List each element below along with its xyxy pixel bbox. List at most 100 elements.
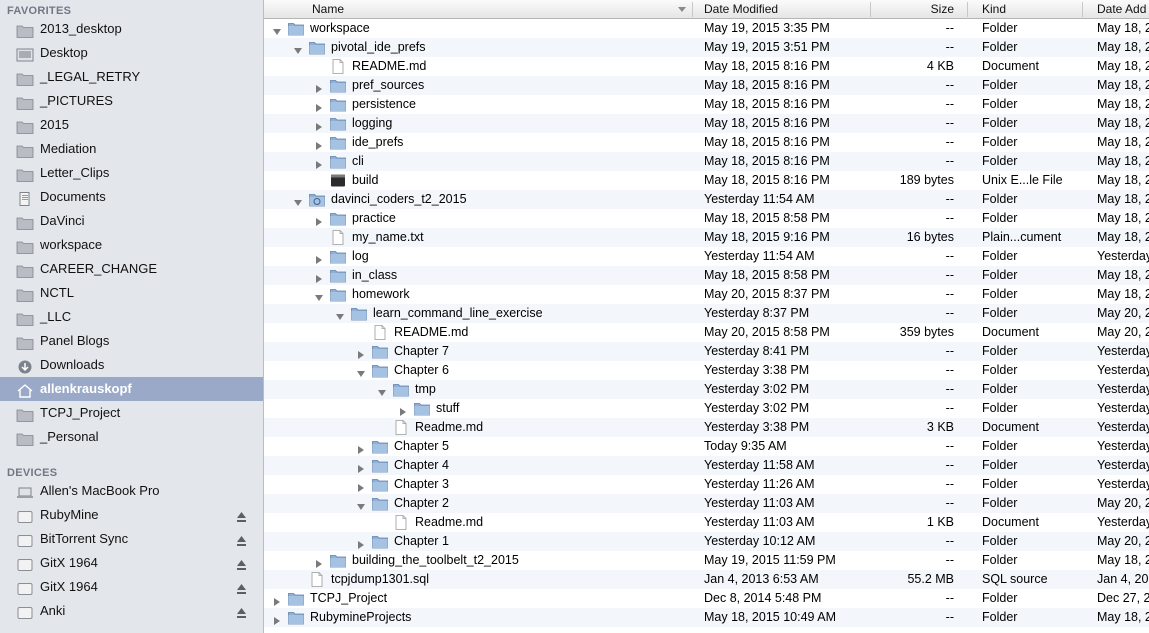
table-row[interactable]: Chapter 5 Today 9:35 AM -- Folder Yesterday	[264, 437, 1149, 456]
file-size: 55.2 MB	[907, 572, 954, 586]
sidebar-favorite-item[interactable]: Panel Blogs	[0, 329, 263, 353]
sidebar-favorite-item[interactable]: 2013_desktop	[0, 17, 263, 41]
disclosure-closed-icon[interactable]	[356, 537, 366, 549]
column-divider[interactable]	[967, 2, 968, 17]
column-divider[interactable]	[1082, 2, 1083, 17]
table-row[interactable]: ide_prefs May 18, 2015 8:16 PM -- Folder May…	[264, 133, 1149, 152]
date-added: Jan 4, 20	[1097, 572, 1149, 586]
table-row[interactable]: homework May 20, 2015 8:37 PM -- Folder May …	[264, 285, 1149, 304]
table-row[interactable]: building_the_toolbelt_t2_2015 May 19, 201…	[264, 551, 1149, 570]
table-row[interactable]: RubymineProjects May 18, 2015 10:49 AM -- F…	[264, 608, 1149, 627]
eject-icon[interactable]	[236, 604, 247, 618]
disclosure-open-icon[interactable]	[314, 290, 324, 301]
disclosure-closed-icon[interactable]	[314, 252, 324, 264]
table-row[interactable]: Chapter 4 Yesterday 11:58 AM -- Folder Yeste…	[264, 456, 1149, 475]
disclosure-closed-icon[interactable]	[314, 119, 324, 131]
disclosure-closed-icon[interactable]	[272, 594, 282, 606]
disclosure-closed-icon[interactable]	[314, 271, 324, 283]
table-row[interactable]: practice May 18, 2015 8:58 PM -- Folder May …	[264, 209, 1149, 228]
sidebar-device-item[interactable]: BitTorrent Sync	[0, 527, 263, 551]
sidebar-device-item[interactable]: Anki	[0, 599, 263, 623]
table-row[interactable]: davinci_coders_t2_2015 Yesterday 11:54 AM…	[264, 190, 1149, 209]
eject-icon[interactable]	[236, 556, 247, 570]
table-row[interactable]: TCPJ_Project Dec 8, 2014 5:48 PM -- Folder D…	[264, 589, 1149, 608]
column-date-modified[interactable]: Date Modified	[704, 0, 864, 19]
disclosure-open-icon[interactable]	[293, 195, 303, 206]
disclosure-open-icon[interactable]	[335, 309, 345, 320]
sidebar-favorite-item[interactable]: 2015	[0, 113, 263, 137]
disclosure-closed-icon[interactable]	[272, 613, 282, 625]
date-modified: Yesterday 11:03 AM	[704, 496, 815, 510]
eject-icon[interactable]	[236, 532, 247, 546]
column-divider[interactable]	[870, 2, 871, 17]
table-row[interactable]: build May 18, 2015 8:16 PM 189 bytes Unix E…	[264, 171, 1149, 190]
sidebar-favorite-item[interactable]: CAREER_CHANGE	[0, 257, 263, 281]
table-row[interactable]: persistence May 18, 2015 8:16 PM -- Folder M…	[264, 95, 1149, 114]
disclosure-closed-icon[interactable]	[356, 461, 366, 473]
disclosure-open-icon[interactable]	[356, 499, 366, 510]
sidebar-favorite-item-label: Documents	[40, 189, 106, 204]
sidebar-favorite-item[interactable]: allenkrauskopf	[0, 377, 263, 401]
table-row[interactable]: Readme.md Yesterday 11:03 AM 1 KB Document Y…	[264, 513, 1149, 532]
table-row[interactable]: Chapter 2 Yesterday 11:03 AM -- Folder May 2…	[264, 494, 1149, 513]
disclosure-closed-icon[interactable]	[314, 81, 324, 93]
table-row[interactable]: tcpjdump1301.sql Jan 4, 2013 6:53 AM 55.2 …	[264, 570, 1149, 589]
sidebar-favorite-item[interactable]: Downloads	[0, 353, 263, 377]
sidebar-device-item[interactable]: GitX 1964	[0, 551, 263, 575]
disclosure-closed-icon[interactable]	[356, 480, 366, 492]
disclosure-closed-icon[interactable]	[398, 404, 408, 416]
table-row[interactable]: log Yesterday 11:54 AM -- Folder Yesterday	[264, 247, 1149, 266]
table-row[interactable]: tmp Yesterday 3:02 PM -- Folder Yesterday	[264, 380, 1149, 399]
table-row[interactable]: Chapter 6 Yesterday 3:38 PM -- Folder Yester…	[264, 361, 1149, 380]
table-row[interactable]: learn_command_line_exercise Yesterday 8:3…	[264, 304, 1149, 323]
table-row[interactable]: logging May 18, 2015 8:16 PM -- Folder May 1…	[264, 114, 1149, 133]
table-row[interactable]: Chapter 1 Yesterday 10:12 AM -- Folder May 2…	[264, 532, 1149, 551]
table-row[interactable]: cli May 18, 2015 8:16 PM -- Folder May 18, 2	[264, 152, 1149, 171]
sidebar-favorite-item[interactable]: Desktop	[0, 41, 263, 65]
table-row[interactable]: stuff Yesterday 3:02 PM -- Folder Yesterday	[264, 399, 1149, 418]
disclosure-open-icon[interactable]	[293, 43, 303, 54]
eject-icon[interactable]	[236, 508, 247, 522]
table-row[interactable]: pivotal_ide_prefs May 19, 2015 3:51 PM -- F…	[264, 38, 1149, 57]
table-row[interactable]: workspace May 19, 2015 3:35 PM -- Folder May…	[264, 19, 1149, 38]
disclosure-closed-icon[interactable]	[314, 100, 324, 112]
sidebar-favorite-item[interactable]: workspace	[0, 233, 263, 257]
disclosure-closed-icon[interactable]	[314, 214, 324, 226]
column-size[interactable]: Size	[884, 0, 954, 19]
table-row[interactable]: Chapter 3 Yesterday 11:26 AM -- Folder Yeste…	[264, 475, 1149, 494]
disclosure-closed-icon[interactable]	[356, 442, 366, 454]
table-row[interactable]: in_class May 18, 2015 8:58 PM -- Folder May …	[264, 266, 1149, 285]
sidebar-device-item[interactable]: GitX 1964	[0, 575, 263, 599]
sidebar-favorite-item[interactable]: _PICTURES	[0, 89, 263, 113]
sidebar-favorite-item[interactable]: Letter_Clips	[0, 161, 263, 185]
table-row[interactable]: pref_sources May 18, 2015 8:16 PM -- Folder…	[264, 76, 1149, 95]
column-date-added[interactable]: Date Add	[1097, 0, 1149, 19]
disclosure-closed-icon[interactable]	[314, 157, 324, 169]
sidebar-favorite-item[interactable]: _Personal	[0, 425, 263, 449]
sidebar-favorite-item[interactable]: Documents	[0, 185, 263, 209]
column-name[interactable]: Name	[312, 0, 692, 19]
sidebar-device-item[interactable]: Allen's MacBook Pro	[0, 479, 263, 503]
sidebar-favorite-item[interactable]: Mediation	[0, 137, 263, 161]
sidebar-favorite-item[interactable]: _LLC	[0, 305, 263, 329]
eject-icon[interactable]	[236, 580, 247, 594]
column-kind[interactable]: Kind	[982, 0, 1082, 19]
sidebar-favorite-item[interactable]: TCPJ_Project	[0, 401, 263, 425]
table-row[interactable]: Chapter 7 Yesterday 8:41 PM -- Folder Yester…	[264, 342, 1149, 361]
sidebar-device-item[interactable]: RubyMine	[0, 503, 263, 527]
table-row[interactable]: my_name.txt May 18, 2015 9:16 PM 16 bytes P…	[264, 228, 1149, 247]
sidebar-favorite-item[interactable]: NCTL	[0, 281, 263, 305]
sidebar-favorite-item[interactable]: _LEGAL_RETRY	[0, 65, 263, 89]
column-divider[interactable]	[692, 2, 693, 17]
disclosure-open-icon[interactable]	[356, 366, 366, 377]
disclosure-open-icon[interactable]	[377, 385, 387, 396]
file-name: tmp	[415, 382, 436, 396]
table-row[interactable]: README.md May 20, 2015 8:58 PM 359 bytes Do…	[264, 323, 1149, 342]
disclosure-closed-icon[interactable]	[314, 556, 324, 568]
sidebar-favorite-item[interactable]: DaVinci	[0, 209, 263, 233]
disclosure-closed-icon[interactable]	[356, 347, 366, 359]
table-row[interactable]: README.md May 18, 2015 8:16 PM 4 KB Documen…	[264, 57, 1149, 76]
table-row[interactable]: Readme.md Yesterday 3:38 PM 3 KB Document Ye…	[264, 418, 1149, 437]
disclosure-open-icon[interactable]	[272, 24, 282, 35]
disclosure-closed-icon[interactable]	[314, 138, 324, 150]
